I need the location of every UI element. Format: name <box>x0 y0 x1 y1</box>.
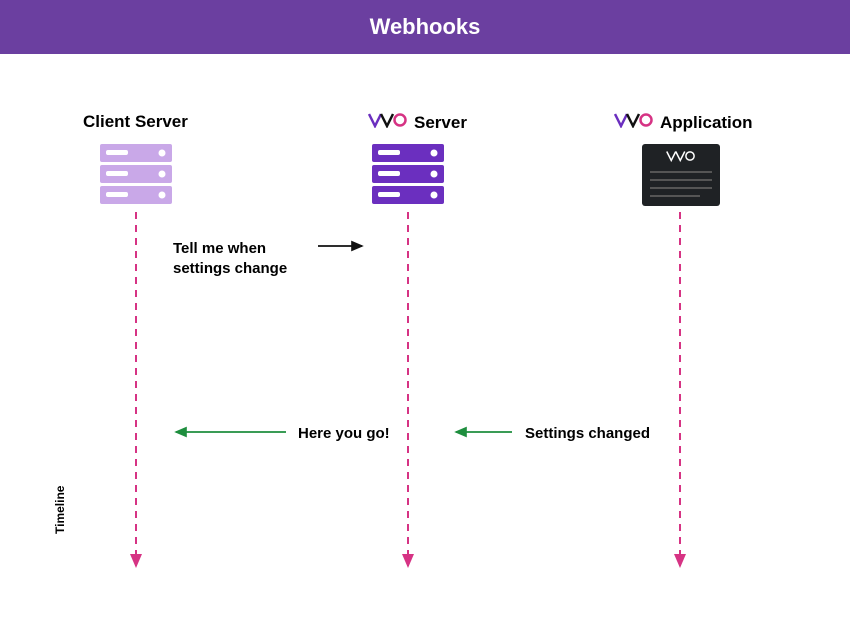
vwo-server-icon <box>372 144 444 204</box>
client-server-icon <box>100 144 172 204</box>
diagram-canvas: Client Server Server Application Tell me… <box>0 54 850 619</box>
header-title: Webhooks <box>370 14 481 39</box>
header-bar: Webhooks <box>0 0 850 54</box>
vwo-application-icon <box>642 144 720 206</box>
